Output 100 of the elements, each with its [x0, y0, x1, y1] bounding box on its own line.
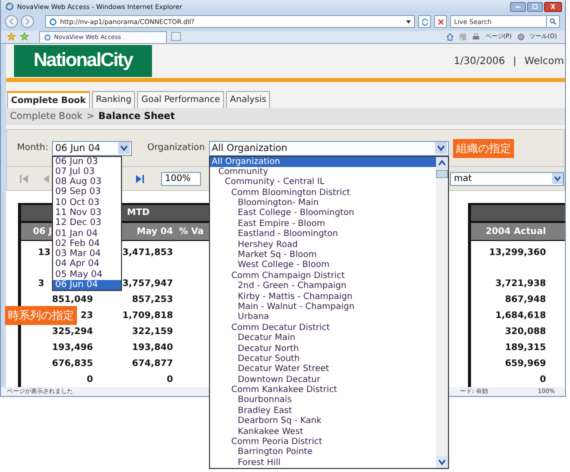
welcome-text: Welcom — [524, 56, 564, 66]
callout-label: 時系列の指定 — [5, 306, 77, 325]
table-cell: 3,721,938 — [495, 279, 546, 289]
organization-option[interactable]: Kankakee West — [210, 426, 436, 438]
month-label: Month: — [17, 143, 48, 153]
table-cell: 0 — [166, 375, 173, 385]
previous-page-icon[interactable] — [41, 174, 51, 184]
table-cell: 13 — [38, 248, 51, 258]
table-cell: 320,088 — [505, 327, 546, 337]
month-option[interactable]: 07 Jul 03 — [53, 166, 122, 178]
month-select[interactable]: 06 Jun 04 — [52, 140, 132, 156]
table-cell: 0 — [86, 375, 93, 385]
tab[interactable]: Goal Performance — [137, 91, 224, 108]
date-text: 1/30/2006 — [454, 56, 506, 66]
tab[interactable]: Analysis — [226, 91, 270, 108]
table-cell: 3,757,947 — [122, 279, 173, 289]
back-button[interactable] — [5, 15, 18, 28]
organization-option[interactable]: 2nd - Green - Champaign — [210, 281, 436, 292]
organization-option[interactable]: Barrington Pointe — [210, 447, 436, 458]
home-icon[interactable] — [446, 32, 454, 41]
print-icon[interactable] — [472, 32, 480, 41]
month-option[interactable]: 06 Jun 04 — [53, 280, 122, 290]
search-icon[interactable] — [547, 15, 560, 28]
organization-option[interactable]: Decatur North — [210, 344, 436, 354]
forward-button[interactable] — [21, 15, 34, 28]
organization-option[interactable]: Decatur South — [210, 354, 436, 364]
callout-label: 組織の指定 — [452, 138, 514, 158]
first-page-icon[interactable] — [19, 174, 29, 184]
month-option[interactable]: 05 May 04 — [53, 270, 122, 280]
minimize-button[interactable] — [510, 2, 526, 12]
organization-option[interactable]: East Empire - Bloom — [210, 218, 436, 230]
column-header: 06 J — [33, 226, 52, 236]
table-cell: 193,840 — [132, 343, 173, 353]
new-tab-button[interactable] — [171, 32, 181, 42]
month-option[interactable]: 11 Nov 03 — [53, 208, 122, 218]
scrollbar[interactable] — [436, 156, 448, 468]
organization-option[interactable]: Forest Hill — [210, 458, 436, 468]
dropdown-arrow-icon — [552, 173, 563, 184]
maximize-icon — [531, 4, 539, 10]
organization-option[interactable]: Bourbonnais — [210, 395, 436, 406]
tab[interactable]: Ranking — [92, 91, 136, 108]
table-cell: 0 — [540, 375, 546, 385]
tab[interactable]: Complete Book — [7, 91, 90, 108]
organization-option[interactable]: Dearborn Sq - Kank — [210, 416, 436, 427]
organization-option[interactable]: West College - Bloom — [210, 260, 436, 271]
table-cell: 325,294 — [52, 327, 93, 337]
column-header: May 04 — [136, 226, 173, 236]
month-option[interactable]: 02 Feb 04 — [53, 238, 122, 250]
stop-button[interactable] — [434, 15, 447, 28]
organization-option[interactable]: Comm Peoria District — [210, 437, 436, 448]
add-favorite-icon[interactable] — [20, 32, 29, 42]
month-option[interactable]: 06 Jun 03 — [53, 156, 122, 167]
zoom-field[interactable]: 100% — [161, 172, 201, 186]
favorites-star-icon[interactable] — [7, 32, 16, 42]
organization-option[interactable]: All Organization — [210, 156, 436, 167]
organization-option[interactable]: Hershey Road — [210, 240, 436, 250]
table-cell: 13,299,360 — [489, 248, 546, 258]
organization-option[interactable]: Main - Walnut - Champaign — [210, 302, 436, 312]
scroll-down-button[interactable] — [436, 456, 448, 468]
close-icon — [549, 4, 557, 10]
organization-option[interactable]: Comm Decatur District — [210, 322, 436, 334]
organization-option[interactable]: Bloomington- Main — [210, 198, 436, 208]
refresh-button[interactable] — [418, 15, 431, 28]
organization-option[interactable]: Downtown Decatur — [210, 374, 436, 386]
month-option[interactable]: 10 Oct 03 — [53, 198, 122, 208]
organization-option[interactable]: Comm Kankakee District — [210, 385, 436, 396]
table-cell: 3 — [38, 279, 44, 289]
scroll-up-button[interactable] — [436, 156, 448, 168]
format-select[interactable]: mat — [450, 172, 564, 186]
organization-option[interactable]: Comm Bloomington District — [210, 188, 436, 198]
table-cell: 1,684,618 — [495, 311, 546, 321]
scrollbar-thumb[interactable] — [436, 170, 448, 178]
month-option[interactable]: 03 Mar 04 — [53, 249, 122, 260]
month-option[interactable]: 09 Sep 03 — [53, 187, 122, 198]
organization-option[interactable]: Comm Champaign District — [210, 270, 436, 282]
month-option[interactable]: 08 Aug 03 — [53, 177, 122, 188]
organization-option[interactable]: Community - Central IL — [210, 177, 436, 188]
organization-option[interactable]: Urbana — [210, 312, 436, 323]
organization-option[interactable]: Market Sq - Bloom — [210, 250, 436, 260]
close-button[interactable] — [544, 2, 562, 12]
organization-option[interactable]: Decatur Water Street — [210, 364, 436, 375]
breadcrumb-link[interactable]: Complete Book — [10, 111, 82, 122]
table-cell: 867,948 — [505, 295, 546, 305]
organization-option[interactable]: Bradley East — [210, 406, 436, 416]
month-option[interactable]: 12 Dec 03 — [53, 218, 122, 229]
organization-option[interactable]: East College - Bloomington — [210, 208, 436, 219]
organization-option[interactable]: Decatur Main — [210, 333, 436, 344]
table-cell: 23 — [80, 311, 93, 321]
column-group-header: MTD — [127, 208, 150, 218]
organization-select[interactable]: All Organization — [208, 140, 449, 156]
table-cell: 676,835 — [52, 359, 93, 369]
last-page-icon[interactable] — [135, 174, 145, 184]
stop-icon — [436, 18, 444, 26]
month-option[interactable]: 04 Apr 04 — [53, 259, 122, 270]
table-cell: 851,049 — [52, 295, 93, 305]
organization-option[interactable]: Eastland - Bloomington — [210, 229, 436, 240]
month-option[interactable]: 01 Jan 04 — [53, 228, 122, 239]
organization-option[interactable]: Kirby - Mattis - Champaign — [210, 292, 436, 302]
organization-option[interactable]: Community — [210, 166, 436, 178]
table-cell: 674,877 — [132, 359, 173, 369]
